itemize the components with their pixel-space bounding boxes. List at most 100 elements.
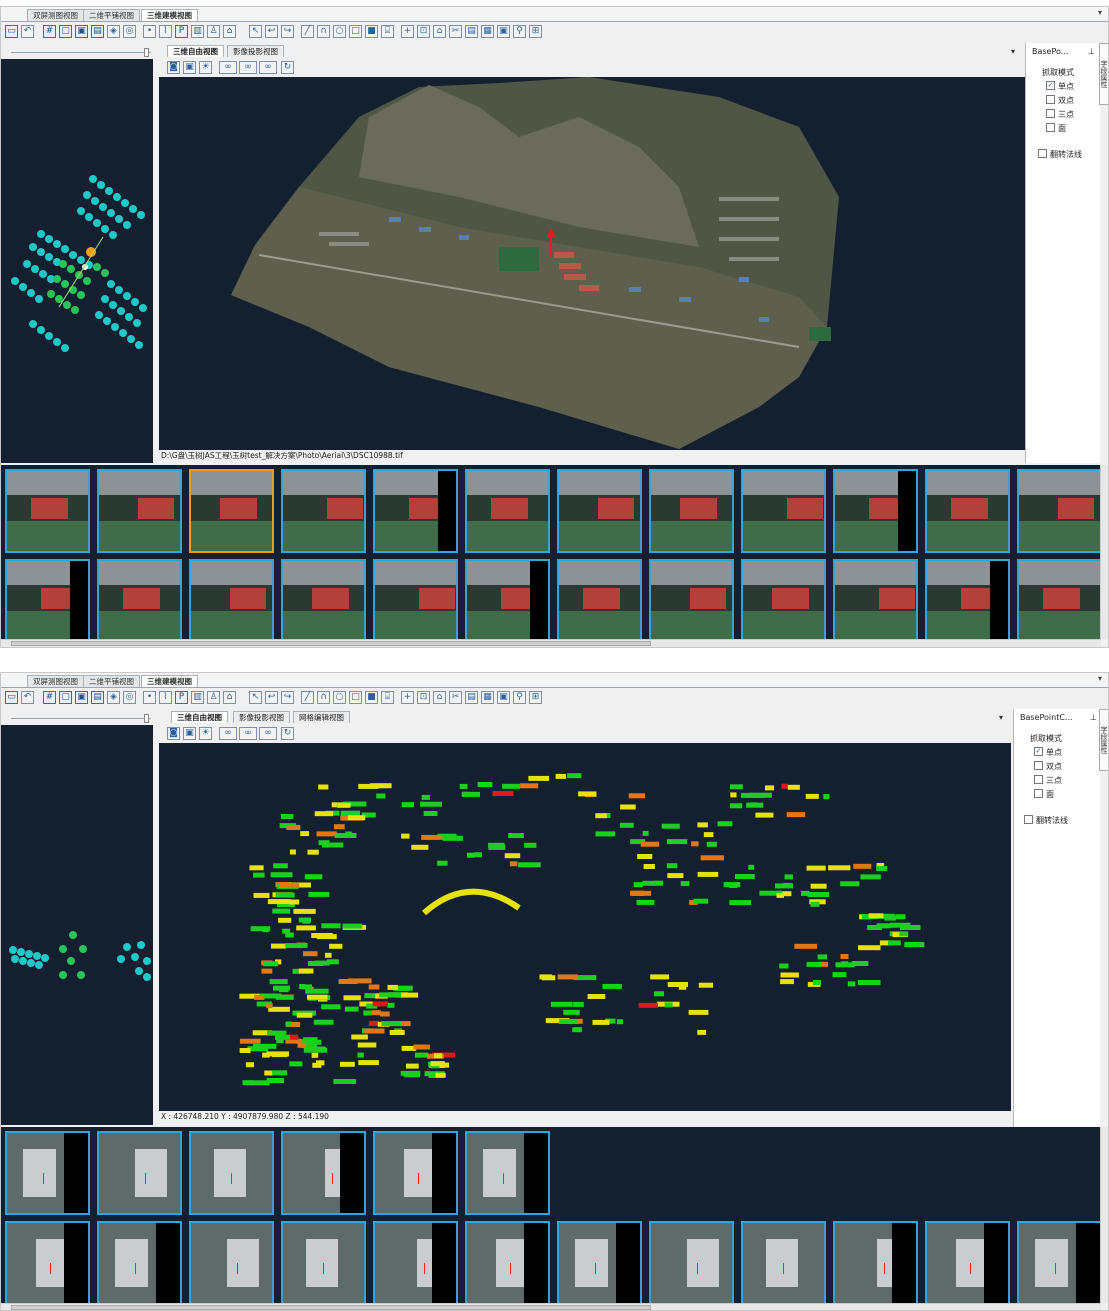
cut-icon[interactable]: ✂ bbox=[449, 691, 462, 704]
checkbox-icon[interactable] bbox=[1034, 761, 1043, 770]
window-icon[interactable]: ▣ bbox=[75, 25, 88, 38]
checkbox-icon[interactable] bbox=[1038, 149, 1047, 158]
polyline-icon[interactable]: ∩ bbox=[317, 25, 330, 38]
checkbox-checked-icon[interactable]: ✓ bbox=[1046, 81, 1055, 90]
side-tab-field-attributes[interactable]: 字段属性 bbox=[1099, 43, 1108, 105]
thumbnail-hscrollbar[interactable] bbox=[1, 1303, 1101, 1310]
photo-thumbnail[interactable] bbox=[281, 1131, 366, 1215]
hscroll-thumb[interactable] bbox=[11, 641, 651, 646]
target-icon[interactable]: ◎ bbox=[123, 25, 136, 38]
photo-thumbnail[interactable] bbox=[189, 469, 274, 553]
document-icon[interactable]: ▥ bbox=[191, 25, 204, 38]
photo-thumbnail[interactable] bbox=[649, 559, 734, 639]
option-triple-point[interactable]: 三点 bbox=[1034, 775, 1062, 786]
side-tab-field-attributes[interactable]: 字段属性 bbox=[1099, 709, 1108, 771]
tab-2d-tile[interactable]: 二维平铺视图 bbox=[83, 675, 140, 687]
view-mode-icon[interactable]: ▣ bbox=[183, 727, 196, 740]
line-icon[interactable]: ╱ bbox=[301, 25, 314, 38]
camera-path-icon[interactable]: ⌇ bbox=[159, 691, 172, 704]
photo-thumbnail[interactable] bbox=[373, 559, 458, 639]
option-face[interactable]: 面 bbox=[1046, 123, 1066, 134]
photo-thumbnail[interactable] bbox=[741, 1221, 826, 1303]
tab-3d-model[interactable]: 三维建模视图 bbox=[141, 675, 198, 687]
zoom-slider[interactable] bbox=[11, 714, 151, 723]
pin-icon[interactable]: ⊥ bbox=[1090, 713, 1097, 722]
photo-thumbnail[interactable] bbox=[649, 469, 734, 553]
photo-thumbnail[interactable] bbox=[97, 1131, 182, 1215]
photo-thumbnail[interactable] bbox=[281, 469, 366, 553]
rotate-left-icon[interactable]: ↩ bbox=[265, 25, 278, 38]
checkbox-checked-icon[interactable]: ✓ bbox=[1034, 747, 1043, 756]
photo-thumbnail[interactable] bbox=[97, 559, 182, 639]
photo-thumbnail[interactable] bbox=[741, 469, 826, 553]
photo-thumbnail[interactable] bbox=[741, 559, 826, 639]
photo-thumbnail[interactable] bbox=[557, 469, 642, 553]
target-icon[interactable]: ◎ bbox=[123, 691, 136, 704]
photo-thumbnail[interactable] bbox=[833, 469, 918, 553]
3d-pointcloud-view[interactable] bbox=[159, 743, 1011, 1111]
photo-thumbnail[interactable] bbox=[373, 1221, 458, 1303]
monitor-icon[interactable]: ▢ bbox=[59, 25, 72, 38]
view-mode-icon[interactable]: ▣ bbox=[183, 61, 196, 74]
stereo-mode-icon-3[interactable]: ∞ bbox=[259, 727, 277, 740]
tab-dual-screen[interactable]: 双屏测图视图 bbox=[27, 675, 84, 687]
photo-thumbnail[interactable] bbox=[189, 1131, 274, 1215]
photo-thumbnail[interactable] bbox=[1017, 469, 1101, 553]
fill-rect-icon[interactable]: ■ bbox=[365, 25, 378, 38]
image-edit-icon[interactable]: P bbox=[175, 25, 188, 38]
photo-thumbnail[interactable] bbox=[189, 1221, 274, 1303]
tab-3d-model[interactable]: 三维建模视图 bbox=[141, 9, 198, 21]
thumbnail-vscrollbar[interactable] bbox=[1100, 1127, 1108, 1303]
photo-thumbnail[interactable] bbox=[557, 559, 642, 639]
option-single-point[interactable]: ✓ 单点 bbox=[1046, 81, 1074, 92]
zoom-icon[interactable]: ⚲ bbox=[513, 25, 526, 38]
photo-thumbnail[interactable] bbox=[833, 559, 918, 639]
rotate-right-icon[interactable]: ↪ bbox=[281, 25, 294, 38]
stereo-mode-icon-3[interactable]: ∞ bbox=[259, 61, 277, 74]
undo-icon[interactable]: ↶ bbox=[21, 691, 34, 704]
building-icon[interactable]: ⌂ bbox=[433, 25, 446, 38]
point-icon[interactable]: • bbox=[143, 25, 156, 38]
user-icon[interactable]: ♙ bbox=[207, 691, 220, 704]
move-icon[interactable]: + bbox=[401, 691, 414, 704]
photo-thumbnail[interactable] bbox=[465, 1131, 550, 1215]
fit-view-icon[interactable]: ⊞ bbox=[529, 691, 542, 704]
circle-icon[interactable]: ○ bbox=[333, 691, 346, 704]
house-icon[interactable]: ⌂ bbox=[223, 25, 236, 38]
tab-image-projection-view[interactable]: 影像投影视图 bbox=[233, 711, 290, 723]
grid-icon[interactable]: # bbox=[43, 25, 56, 38]
photo-thumbnail[interactable] bbox=[97, 469, 182, 553]
layers-icon[interactable]: ◈ bbox=[107, 691, 120, 704]
thumbnail-hscrollbar[interactable] bbox=[1, 639, 1101, 647]
extrude-icon[interactable]: ⌸ bbox=[381, 25, 394, 38]
stereo-mode-icon-2[interactable]: ∞ bbox=[239, 727, 257, 740]
photo-thumbnail[interactable] bbox=[465, 469, 550, 553]
photo-thumbnail[interactable] bbox=[925, 559, 1010, 639]
pin-icon[interactable]: ⊥ bbox=[1088, 47, 1095, 56]
texture-icon[interactable]: ▦ bbox=[481, 25, 494, 38]
photo-thumbnail[interactable] bbox=[189, 559, 274, 639]
pointer-icon[interactable]: ↖ bbox=[249, 25, 262, 38]
photo-thumbnail[interactable] bbox=[649, 1221, 734, 1303]
doc-menu-arrow-icon[interactable]: ▾ bbox=[1098, 8, 1102, 17]
move-icon[interactable]: + bbox=[401, 25, 414, 38]
fill-rect-icon[interactable]: ■ bbox=[365, 691, 378, 704]
rectangle-icon[interactable]: □ bbox=[349, 25, 362, 38]
doc-menu-arrow-icon[interactable]: ▾ bbox=[1098, 674, 1102, 683]
undo-icon[interactable]: ↶ bbox=[21, 25, 34, 38]
option-triple-point[interactable]: 三点 bbox=[1046, 109, 1074, 120]
option-single-point[interactable]: ✓ 单点 bbox=[1034, 747, 1062, 758]
extrude-icon[interactable]: ⌸ bbox=[381, 691, 394, 704]
screenshot-icon[interactable]: ◙ bbox=[167, 61, 180, 74]
grid-icon[interactable]: # bbox=[43, 691, 56, 704]
3d-textured-model-view[interactable] bbox=[159, 77, 1025, 450]
light-icon[interactable]: ☀ bbox=[199, 727, 212, 740]
checkbox-icon[interactable] bbox=[1034, 775, 1043, 784]
select-frame-icon[interactable]: ▣ bbox=[497, 25, 510, 38]
checkbox-icon[interactable] bbox=[1034, 789, 1043, 798]
option-double-point[interactable]: 双点 bbox=[1034, 761, 1062, 772]
view-menu-arrow-icon[interactable]: ▾ bbox=[999, 713, 1003, 722]
photo-thumbnail[interactable] bbox=[925, 1221, 1010, 1303]
layers-icon[interactable]: ◈ bbox=[107, 25, 120, 38]
refresh-icon[interactable]: ↻ bbox=[281, 61, 294, 74]
